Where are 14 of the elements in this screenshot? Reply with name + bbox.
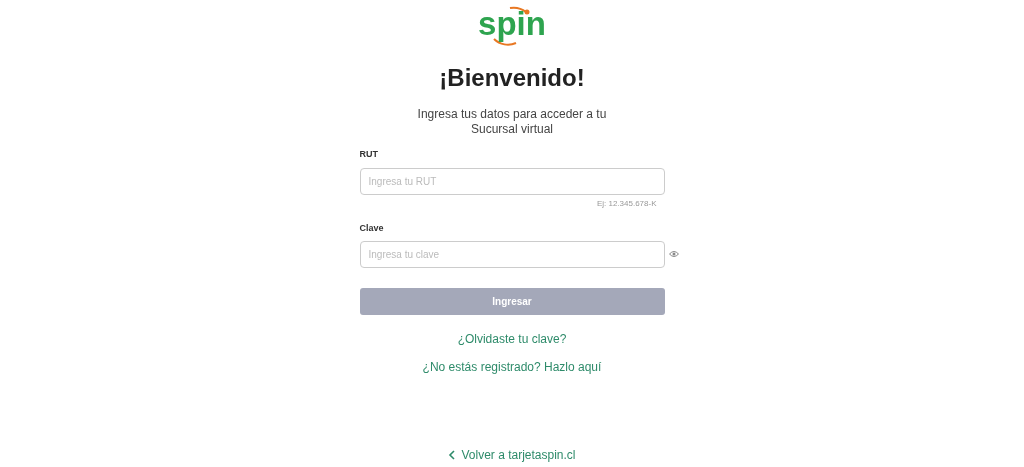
subtitle: Ingresa tus datos para acceder a tu Sucursal virtual <box>417 107 607 137</box>
field-label: RUT <box>359 148 379 161</box>
back-link-text: Volver a tarjetaspin.cl <box>461 447 576 464</box>
spin-logo: spin <box>470 2 554 46</box>
text-link[interactable]: ¿No estás registrado? Hazlo aquí <box>422 360 602 375</box>
chevron-left-icon <box>448 450 456 460</box>
password-field[interactable]: Ingresa tu clave <box>359 241 665 268</box>
welcome-title: ¡Bienvenido! <box>439 66 585 90</box>
field-label: Clave <box>359 221 385 235</box>
text-link[interactable]: ¿Olvidaste tu clave? <box>457 332 567 347</box>
rut-field[interactable]: Ingresa tu RUT <box>359 167 665 195</box>
back-link[interactable]: Volver a tarjetaspin.cl <box>448 446 576 464</box>
eye-icon[interactable] <box>668 250 679 258</box>
field-hint: Ej: 12.345.678-K <box>596 197 657 210</box>
